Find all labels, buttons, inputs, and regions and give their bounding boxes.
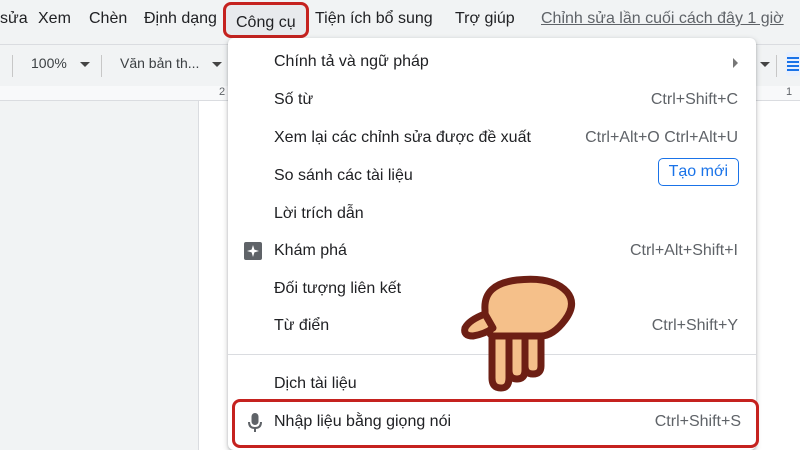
menu-item-shortcut: Ctrl+Alt+O Ctrl+Alt+U xyxy=(585,129,738,146)
menu-item-citations[interactable]: Lời trích dẫn xyxy=(228,198,756,232)
menu-item-voice-typing[interactable]: Nhập liệu bằng giọng nói Ctrl+Shift+S xyxy=(232,399,759,448)
menu-item-spelling-grammar[interactable]: Chính tả và ngữ pháp xyxy=(228,46,756,80)
menu-item-label: Chính tả và ngữ pháp xyxy=(274,53,429,70)
menu-item-shortcut: Ctrl+Shift+S xyxy=(654,413,741,430)
paragraph-style-select[interactable]: Văn bản th... xyxy=(120,55,199,71)
menu-item-word-count[interactable]: Số từ Ctrl+Shift+C xyxy=(228,84,756,118)
menu-insert[interactable]: Chèn xyxy=(89,10,127,28)
menu-tools[interactable]: Công cụ xyxy=(223,2,309,38)
menu-bar: sửa Xem Chèn Định dạng Công cụ Tiện ích … xyxy=(0,0,800,42)
ruler-number: 2 xyxy=(219,86,226,98)
menu-item-label: Khám phá xyxy=(274,242,347,259)
pointing-hand-icon xyxy=(461,275,575,392)
toolbar-divider xyxy=(12,55,13,77)
menu-item-compare-documents[interactable]: So sánh các tài liệu Tạo mới xyxy=(228,158,756,194)
menu-item-label: Xem lại các chỉnh sửa được đề xuất xyxy=(274,129,531,146)
new-badge: Tạo mới xyxy=(657,158,739,186)
menu-item-label: Số từ xyxy=(274,91,314,108)
menu-help[interactable]: Trợ giúp xyxy=(455,10,515,28)
menu-edit[interactable]: sửa xyxy=(0,10,28,28)
chevron-down-icon[interactable] xyxy=(80,62,90,67)
toolbar-divider xyxy=(776,55,777,77)
explore-icon xyxy=(244,242,262,260)
menu-item-label: Nhập liệu bằng giọng nói xyxy=(274,413,452,430)
menu-item-label: Dịch tài liệu xyxy=(274,375,357,392)
menu-addons[interactable]: Tiện ích bổ sung xyxy=(315,10,433,28)
menu-item-shortcut: Ctrl+Shift+Y xyxy=(651,317,738,334)
ruler-number: 1 xyxy=(786,86,793,98)
menu-item-shortcut: Ctrl+Shift+C xyxy=(650,91,738,108)
menu-item-review-edits[interactable]: Xem lại các chỉnh sửa được đề xuất Ctrl+… xyxy=(228,122,756,156)
menu-item-label: Từ điển xyxy=(274,317,330,334)
menu-view[interactable]: Xem xyxy=(38,10,71,28)
last-edit-link[interactable]: Chỉnh sửa lần cuối cách đây 1 giờ xyxy=(541,10,784,28)
menu-item-label: So sánh các tài liệu xyxy=(274,167,413,184)
menu-item-label: Lời trích dẫn xyxy=(274,205,364,222)
microphone-icon xyxy=(248,413,262,432)
chevron-down-icon[interactable] xyxy=(760,62,770,67)
zoom-select[interactable]: 100% xyxy=(31,55,67,71)
align-justify-icon[interactable] xyxy=(786,52,800,76)
menu-item-explore[interactable]: Khám phá Ctrl+Alt+Shift+I xyxy=(228,235,756,269)
menu-item-shortcut: Ctrl+Alt+Shift+I xyxy=(629,242,738,259)
menu-format[interactable]: Định dạng xyxy=(144,10,217,28)
chevron-down-icon[interactable] xyxy=(212,62,222,67)
menu-item-label: Đối tượng liên kết xyxy=(274,280,402,297)
toolbar-divider xyxy=(101,55,102,77)
submenu-arrow-icon xyxy=(733,58,738,68)
